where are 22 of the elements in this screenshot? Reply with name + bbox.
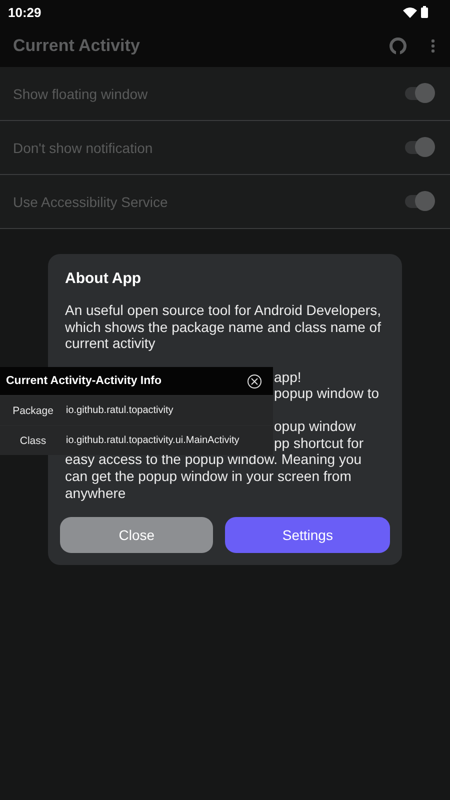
dialog-text: app! [274, 368, 302, 386]
close-icon[interactable] [247, 374, 262, 388]
more-icon[interactable] [431, 38, 435, 52]
info-label: Class [18, 434, 48, 446]
app-title: Current Activity [13, 36, 141, 56]
battery-icon [421, 6, 428, 18]
info-label: Package [12, 404, 54, 416]
settings-button[interactable]: Settings [225, 517, 390, 553]
setting-label: Show floating window [13, 86, 149, 102]
setting-label: Don't show notification [13, 140, 154, 156]
wifi-icon [403, 6, 417, 18]
dialog-text: pp shortcut for [274, 434, 364, 452]
setting-label: Use Accessibility Service [13, 194, 169, 210]
info-value[interactable]: io.github.ratul.topactivity [66, 405, 174, 416]
dialog-text: opup window [274, 418, 356, 435]
floating-window[interactable]: Current Activity-Activity Info Package io.github.ratul.topactivity Class io.github.ratul.topactivity.ui.MainActivity [0, 367, 273, 455]
dialog-text: An useful open source tool for Android Developers, which shows the package name and class name of current activity [65, 302, 382, 352]
info-value[interactable]: io.github.ratul.topactivity.ui.MainActivity [66, 435, 240, 446]
floating-window-title: Current Activity-Activity Info [6, 375, 162, 387]
dialog-title: About App [65, 270, 142, 287]
status-time: 10:29 [8, 4, 42, 20]
dialog-text: popup window to [274, 385, 380, 402]
